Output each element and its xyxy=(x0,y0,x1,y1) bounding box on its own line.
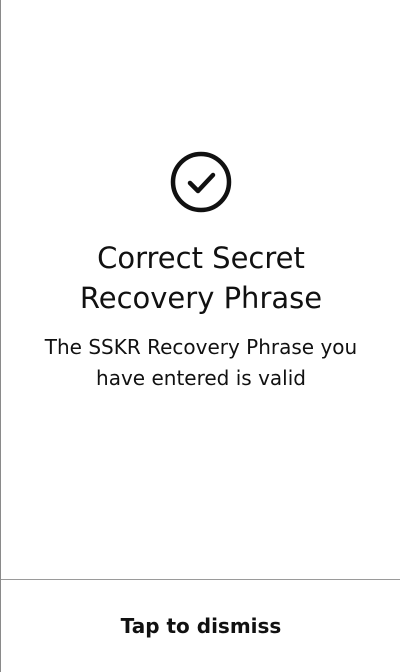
success-screen: Correct Secret Recovery Phrase The SSKR … xyxy=(0,0,400,672)
check-circle-icon xyxy=(170,151,232,213)
success-message: The SSKR Recovery Phrase you have entere… xyxy=(44,335,358,390)
dismiss-button[interactable]: Tap to dismiss xyxy=(1,580,400,672)
success-title: Correct Secret Recovery Phrase xyxy=(79,241,323,315)
success-content: Correct Secret Recovery Phrase The SSKR … xyxy=(1,150,400,394)
dismiss-label: Tap to dismiss xyxy=(120,614,282,638)
